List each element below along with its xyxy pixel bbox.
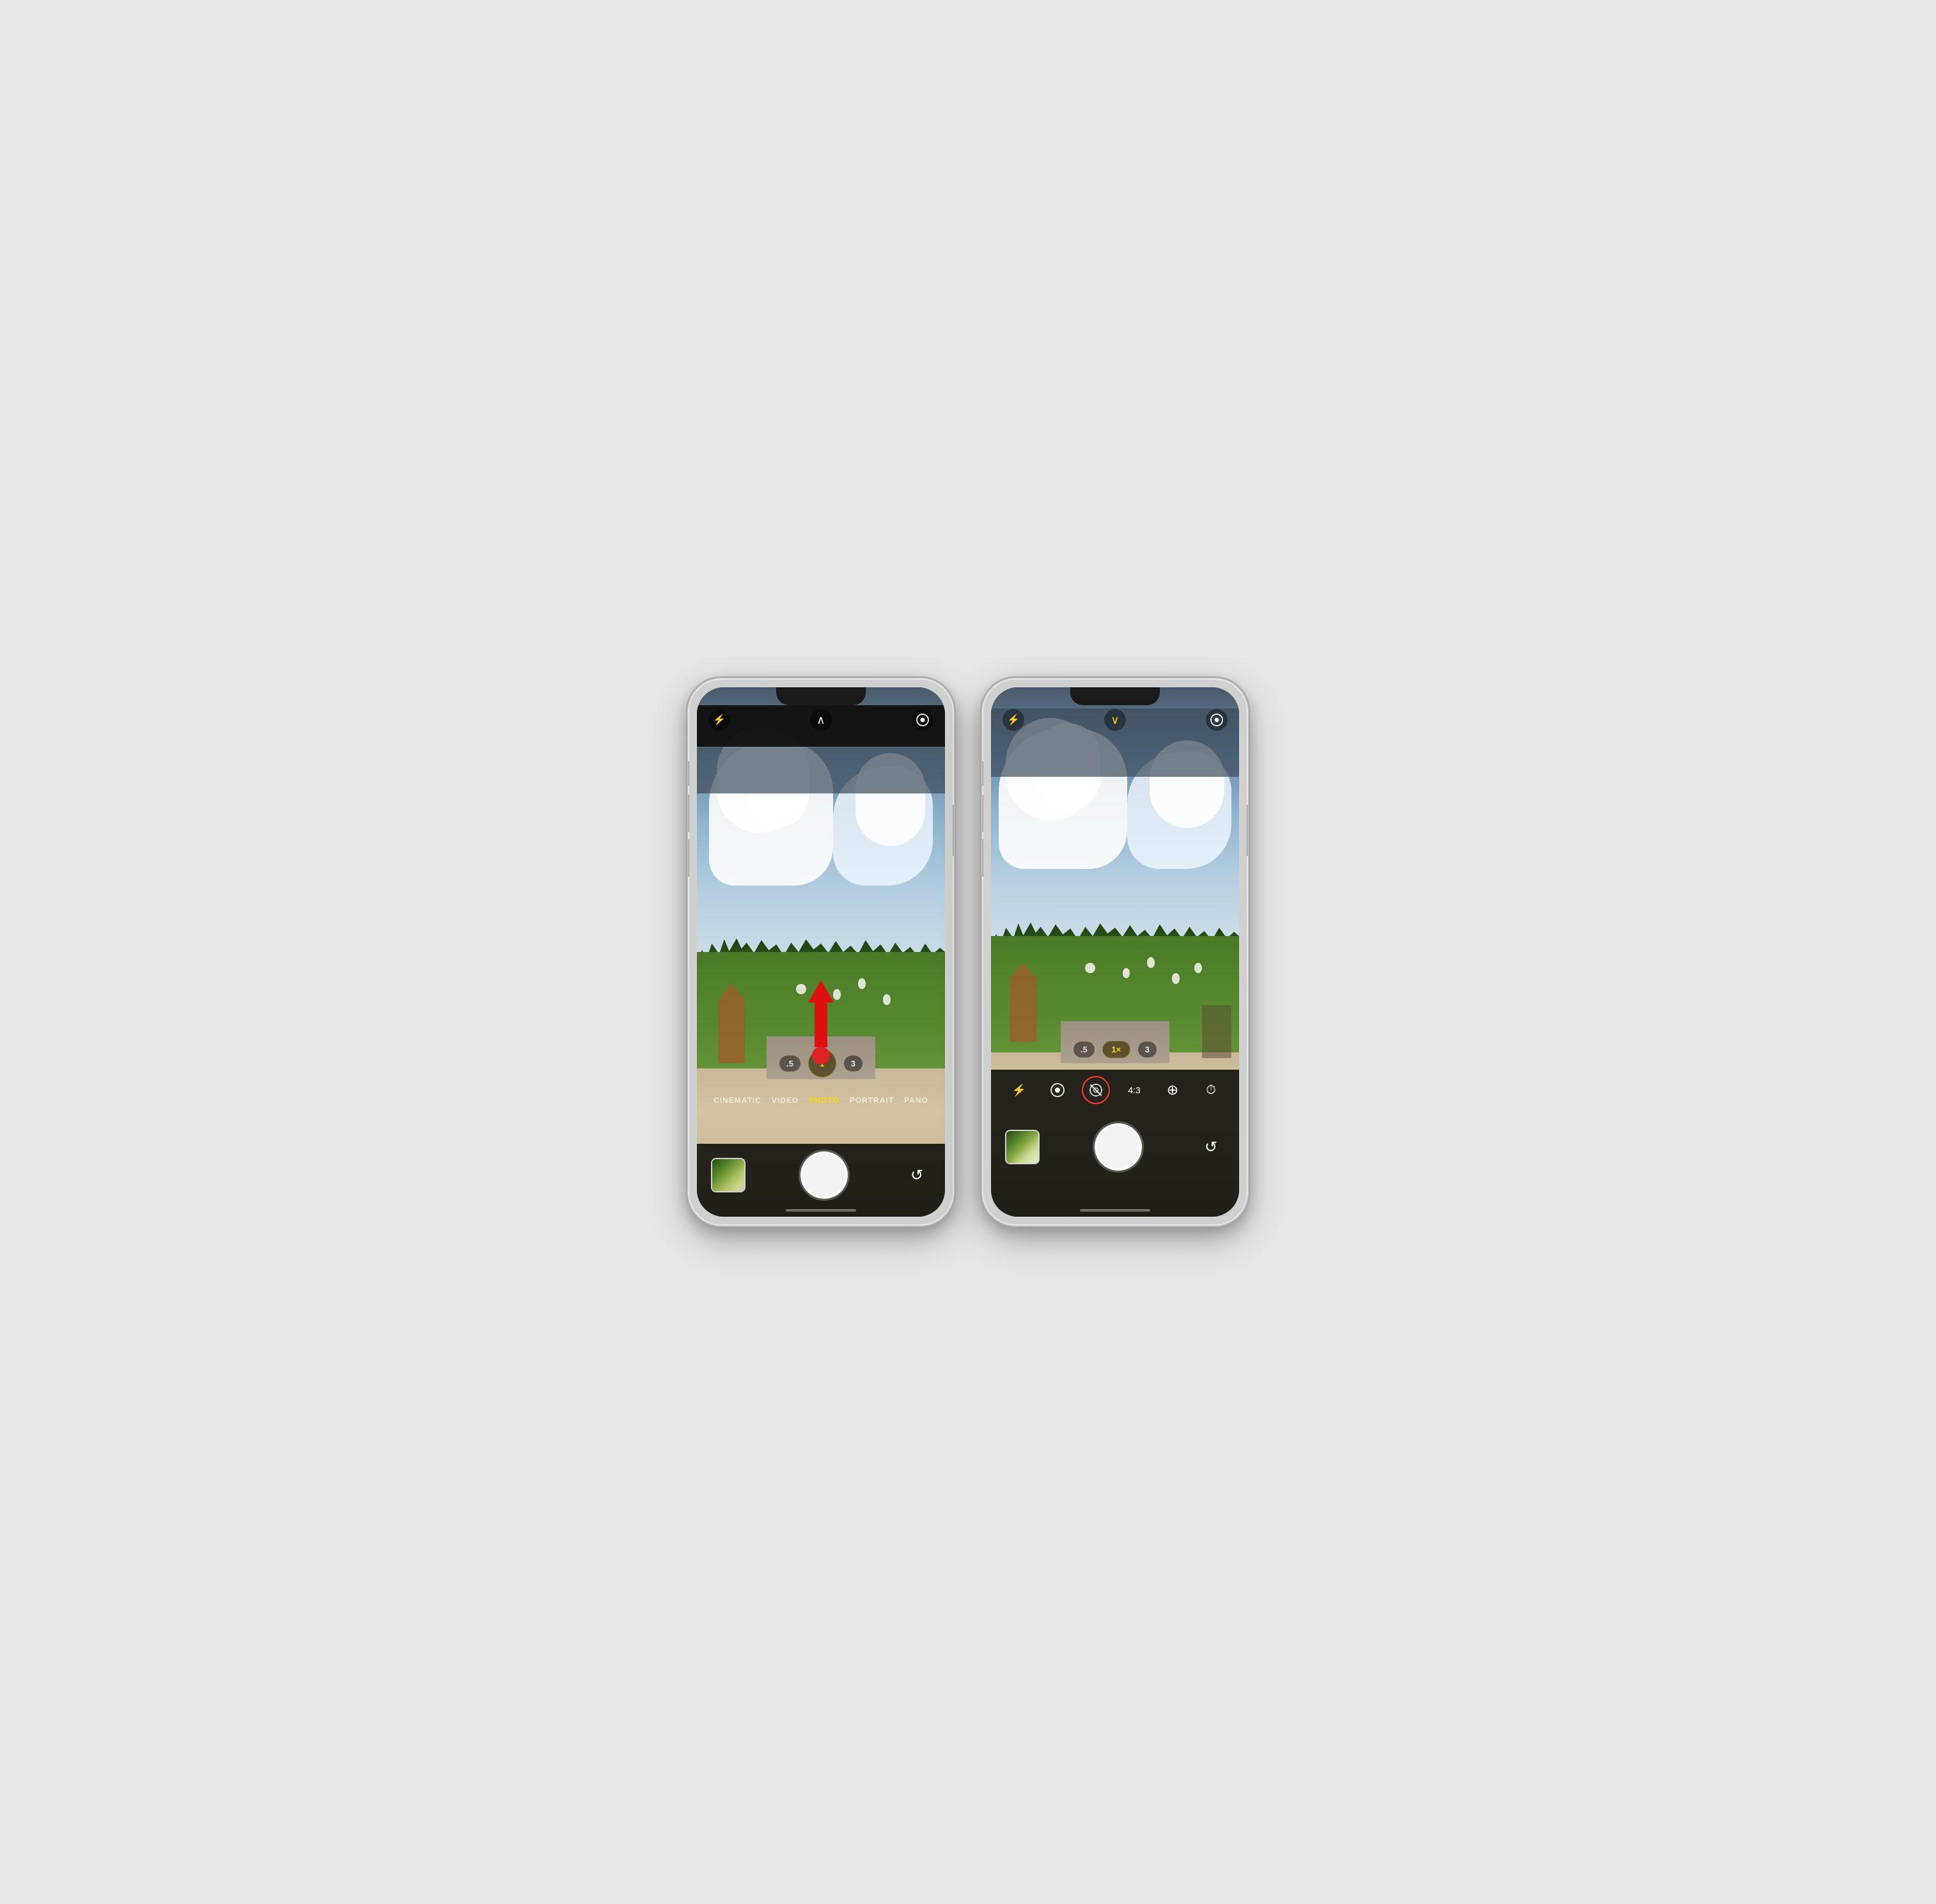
chevron-down-button-right[interactable]: ∨: [1104, 709, 1126, 731]
mode-photo-left[interactable]: PHOTO: [809, 1096, 839, 1105]
phone-left: ⚡ ∧ .5 1 3: [687, 677, 955, 1227]
chevron-up-button-left[interactable]: ∧: [810, 709, 832, 731]
phone-right-screen: ⚡ ∨ .5 1× 3: [991, 687, 1239, 1217]
thumbnail-right[interactable]: [1005, 1130, 1040, 1164]
zoom-3-right[interactable]: 3: [1138, 1042, 1157, 1057]
mute-button-right[interactable]: [981, 761, 983, 786]
zoom-0.5-left[interactable]: .5: [779, 1056, 800, 1072]
toolbar-live-photo-off-right[interactable]: [1082, 1076, 1110, 1104]
flip-button-left[interactable]: ↺: [903, 1161, 931, 1189]
notch-left: [776, 687, 866, 705]
shutter-row-right: ↺: [1005, 1123, 1225, 1171]
zoom-controls-left: .5 1 3: [697, 1049, 945, 1077]
live-photo-button-right[interactable]: [1206, 709, 1228, 731]
shutter-button-right[interactable]: [1095, 1123, 1142, 1171]
zoom-3-left[interactable]: 3: [844, 1056, 863, 1072]
scene-background-left: [697, 687, 945, 1217]
toolbar-right: ⚡: [991, 1070, 1239, 1108]
mute-button[interactable]: [687, 761, 689, 786]
zoom-controls-right: .5 1× 3: [991, 1041, 1239, 1058]
thumbnail-left[interactable]: [711, 1158, 746, 1192]
notch-right: [1070, 687, 1160, 705]
clouds-left: [697, 714, 945, 978]
toolbar-flash-right[interactable]: ⚡: [1005, 1076, 1033, 1104]
shutter-row-left: ↺: [711, 1151, 931, 1199]
mode-video-left[interactable]: VIDEO: [772, 1096, 799, 1105]
flip-button-right[interactable]: ↺: [1197, 1133, 1225, 1161]
clouds-right: [991, 708, 1239, 952]
zoom-0.5-right[interactable]: .5: [1073, 1042, 1095, 1057]
home-indicator-left: [786, 1209, 856, 1212]
page-container: ⚡ ∧ .5 1 3: [661, 652, 1275, 1252]
volume-up-button[interactable]: [687, 795, 689, 832]
power-button[interactable]: [953, 805, 955, 856]
toolbar-aspect-ratio-right[interactable]: 4:3: [1120, 1076, 1148, 1104]
phone-right-frame: ⚡ ∨ .5 1× 3: [981, 677, 1249, 1227]
flash-button-right[interactable]: ⚡: [1003, 709, 1024, 731]
volume-up-button-right[interactable]: [981, 795, 983, 832]
toolbar-live-photo-target-right[interactable]: [1043, 1076, 1072, 1104]
toolbar-timer-right[interactable]: ⏱: [1197, 1076, 1225, 1104]
home-indicator-right: [1080, 1209, 1150, 1212]
phone-right: ⚡ ∨ .5 1× 3: [981, 677, 1249, 1227]
mode-selector-left: CINEMATIC VIDEO PHOTO PORTRAIT PANO: [697, 1096, 945, 1105]
bottom-controls-right: ↺: [991, 1108, 1239, 1217]
playground-right: [1001, 963, 1046, 1042]
shutter-button-left[interactable]: [800, 1151, 848, 1199]
flash-button-left[interactable]: ⚡: [708, 709, 730, 731]
bottom-controls-left: ↺: [697, 1144, 945, 1217]
mode-pano-left[interactable]: PANO: [904, 1096, 928, 1105]
live-photo-button-left[interactable]: [912, 709, 933, 731]
power-button-right[interactable]: [1247, 805, 1249, 856]
toolbar-exposure-right[interactable]: ⊕: [1159, 1076, 1187, 1104]
volume-down-button-right[interactable]: [981, 839, 983, 877]
volume-down-button[interactable]: [687, 839, 689, 877]
mode-portrait-left[interactable]: PORTRAIT: [850, 1096, 894, 1105]
phone-left-frame: ⚡ ∧ .5 1 3: [687, 677, 955, 1227]
zoom-1x-right[interactable]: 1×: [1102, 1041, 1130, 1058]
phone-left-screen: ⚡ ∧ .5 1 3: [697, 687, 945, 1217]
zoom-1-left[interactable]: 1: [808, 1049, 836, 1077]
mode-cinematic-left[interactable]: CINEMATIC: [714, 1096, 761, 1105]
